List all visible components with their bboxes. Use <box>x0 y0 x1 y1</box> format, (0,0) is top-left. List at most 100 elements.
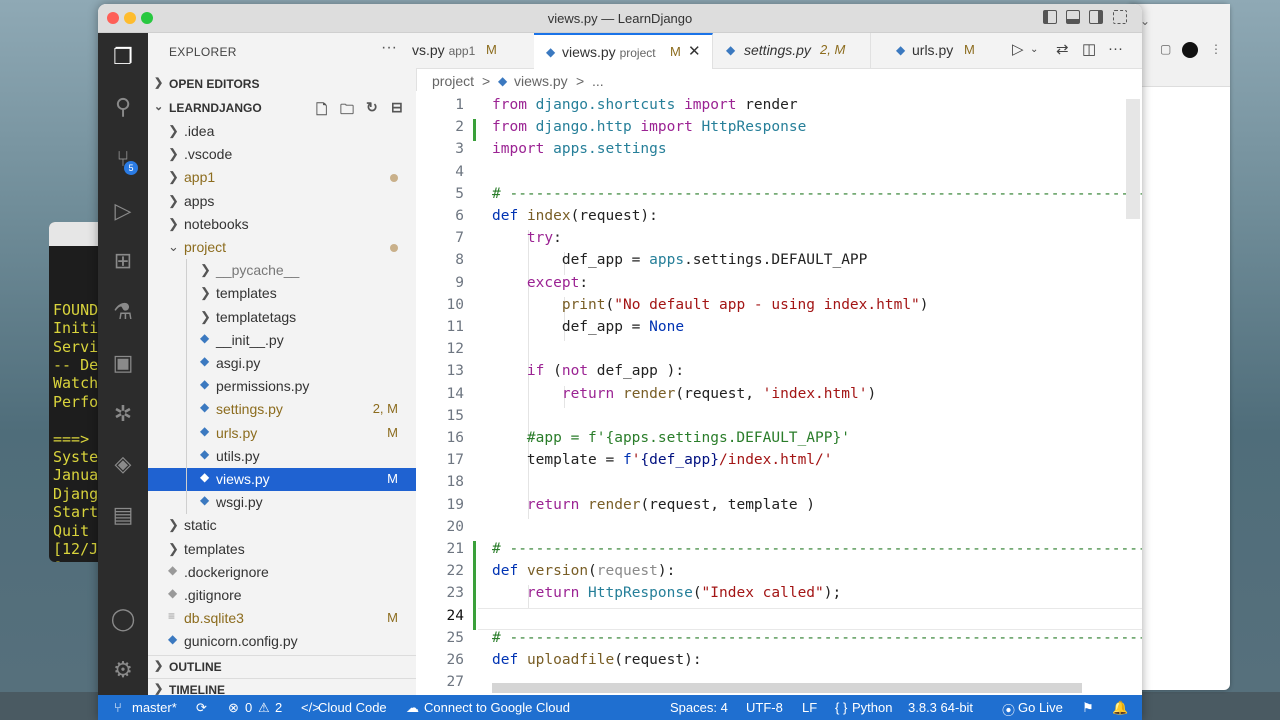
run-icon[interactable]: ▷ <box>1012 40 1024 58</box>
cloud-code-icon: </> <box>301 700 320 715</box>
kubernetes-icon[interactable]: ✲ <box>109 400 137 428</box>
notifications-bell-icon[interactable]: 🔔 <box>1112 700 1128 716</box>
background-window[interactable]: ⌄ ▢ ⋮ <box>1130 4 1230 690</box>
tab-project-views[interactable]: ◆ views.py project M ✕ <box>534 33 713 69</box>
code-line: def version(request): <box>492 563 675 579</box>
encoding[interactable]: UTF-8 <box>746 700 783 715</box>
sync-icon[interactable]: ⟳ <box>196 700 207 716</box>
tree-folder[interactable]: ❯ app1 <box>148 166 416 189</box>
error-count[interactable]: 0 <box>245 700 252 715</box>
breadcrumb-folder[interactable]: project <box>432 73 474 89</box>
tab-modified: M <box>486 42 497 57</box>
tab-app1-views[interactable]: vs.py app1 M <box>412 33 535 68</box>
tree-folder[interactable]: ❯ __pycache__ <box>148 259 416 282</box>
tree-file[interactable]: ◆ .gitignore <box>148 584 416 607</box>
go-live-button[interactable]: Go Live <box>1018 700 1063 715</box>
tree-item-label: static <box>184 517 217 534</box>
more-vertical-icon[interactable]: ⋮ <box>1210 42 1222 56</box>
cloud-code-status[interactable]: Cloud Code <box>318 700 387 715</box>
more-actions-icon[interactable]: ··· <box>381 39 397 57</box>
tree-folder[interactable]: ❯ notebooks <box>148 213 416 236</box>
window-icon[interactable]: ▢ <box>1160 42 1171 56</box>
code-token: apps <box>649 252 685 269</box>
chevron-down-icon[interactable]: ⌄ <box>1030 44 1038 55</box>
tree-file[interactable]: ◆ wsgi.py <box>148 491 416 514</box>
connect-google-cloud[interactable]: Connect to Google Cloud <box>424 700 570 715</box>
tree-file[interactable]: ≡ db.sqlite3 M <box>148 607 416 630</box>
tree-folder[interactable]: ❯ static <box>148 514 416 537</box>
tab-urls[interactable]: ◆ urls.py M <box>870 33 990 68</box>
language-mode[interactable]: Python <box>852 700 892 715</box>
indentation[interactable]: Spaces: 4 <box>670 700 728 715</box>
run-debug-icon[interactable]: ▷ <box>109 197 137 225</box>
remote-explorer-icon[interactable]: ▤ <box>109 501 137 529</box>
code-editor[interactable]: 1 2 3 4 5 6 7 8 9 10 11 12 13 14 15 16 17 18 19 20 21 22 23 24 2… <box>416 91 1142 695</box>
tab-label: vs.py app1 <box>412 42 475 58</box>
git-branch[interactable]: master* <box>132 700 177 715</box>
docker-icon[interactable]: ▣ <box>109 349 137 377</box>
open-editors-section[interactable]: ❯ OPEN EDITORS <box>148 73 416 95</box>
code-token: 'index.html' <box>762 385 868 402</box>
code-token: /index.html/' <box>719 452 833 469</box>
tree-file[interactable]: ◆ urls.py M <box>148 422 416 445</box>
tree-folder[interactable]: ❯ .vscode <box>148 143 416 166</box>
tree-folder[interactable]: ❯ templatetags <box>148 306 416 329</box>
tree-item-label: notebooks <box>184 215 249 232</box>
testing-icon[interactable]: ⚗ <box>109 298 137 326</box>
toggle-secondary-sidebar-icon[interactable] <box>1089 10 1103 24</box>
code-token: except <box>526 274 580 291</box>
close-icon[interactable]: ✕ <box>688 42 701 60</box>
horizontal-scrollbar[interactable] <box>492 683 1082 693</box>
python-interpreter[interactable]: 3.8.3 64-bit <box>908 700 973 715</box>
toggle-panel-icon[interactable] <box>1066 10 1080 24</box>
source-control-badge: 5 <box>124 161 138 175</box>
warning-count[interactable]: 2 <box>275 700 282 715</box>
tree-file[interactable]: ◆ views.py M <box>148 468 416 491</box>
code-line: def_app = None <box>492 319 684 335</box>
customize-layout-icon[interactable] <box>1113 10 1127 24</box>
tree-file[interactable]: ◆ utils.py <box>148 445 416 468</box>
project-section[interactable]: ⌄ LEARNDJANGO 🗋 🗀 ↻ ⊟ <box>148 97 416 119</box>
explorer-icon[interactable]: ❐ <box>109 43 137 71</box>
record-icon[interactable] <box>1182 42 1198 58</box>
tree-folder[interactable]: ❯ templates <box>148 538 416 561</box>
breadcrumb-symbol[interactable]: ... <box>592 73 604 89</box>
more-actions-icon[interactable]: ··· <box>1108 40 1123 57</box>
breadcrumb-file[interactable]: views.py <box>514 73 568 89</box>
vertical-scrollbar[interactable] <box>1126 99 1140 219</box>
settings-gear-icon[interactable]: ⚙ <box>109 656 137 684</box>
tree-folder[interactable]: ❯ templates <box>148 282 416 305</box>
tree-file[interactable]: ◆ .dockerignore <box>148 561 416 584</box>
toggle-sidebar-icon[interactable] <box>1043 10 1057 24</box>
extensions-icon[interactable]: ⊞ <box>109 247 137 275</box>
search-icon[interactable]: ⚲ <box>109 93 137 121</box>
tree-file[interactable]: ◆ gunicorn.config.py <box>148 630 416 653</box>
collapse-all-icon[interactable]: ⊟ <box>391 99 403 116</box>
tree-item-label: urls.py <box>216 424 258 441</box>
line-number: 2 <box>455 119 464 136</box>
outline-section[interactable]: ❯ OUTLINE <box>148 655 416 678</box>
timeline-section[interactable]: ❯ TIMELINE <box>148 678 416 695</box>
tree-file[interactable]: ◆ asgi.py <box>148 352 416 375</box>
tree-file[interactable]: ◆ settings.py 2, M <box>148 398 416 421</box>
end-of-line[interactable]: LF <box>802 700 817 715</box>
split-editor-icon[interactable]: ◫ <box>1082 40 1096 58</box>
tree-file[interactable]: ◆ permissions.py <box>148 375 416 398</box>
refresh-icon[interactable]: ↻ <box>366 99 378 116</box>
line-number: 17 <box>446 452 464 469</box>
tree-folder[interactable]: ❯ apps <box>148 190 416 213</box>
tab-settings[interactable]: ◆ settings.py 2, M <box>712 33 871 68</box>
python-file-icon: ◆ <box>200 470 210 484</box>
code-token: template = <box>492 452 623 469</box>
tree-folder[interactable]: ❯ .idea <box>148 120 416 143</box>
tree-file[interactable]: ◆ __init__.py <box>148 329 416 352</box>
account-icon[interactable]: ◯ <box>109 605 137 633</box>
code-token: django.shortcuts <box>526 97 685 113</box>
tree-folder[interactable]: ⌄ project <box>148 236 416 259</box>
cloud-code-icon[interactable]: ◈ <box>109 450 137 478</box>
feedback-icon[interactable]: ⚑ <box>1082 700 1094 716</box>
code-line: return render(request, 'index.html') <box>492 386 876 402</box>
compare-changes-icon[interactable]: ⇄ <box>1056 40 1069 58</box>
line-number: 22 <box>446 563 464 580</box>
